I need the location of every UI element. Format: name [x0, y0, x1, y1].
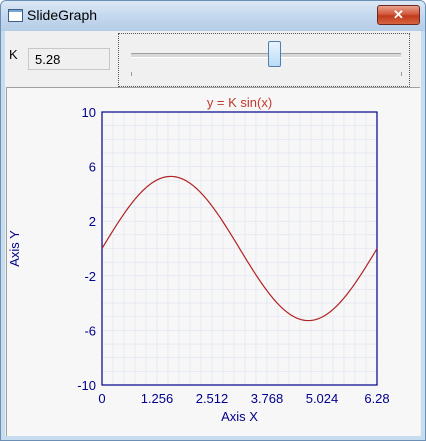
y-tick-label: 2 — [89, 214, 96, 229]
slider-tick-max — [401, 72, 402, 76]
k-label: K — [9, 47, 18, 62]
y-tick-label: -2 — [84, 269, 96, 284]
app-window: SlideGraph ✕ K 5.28 0 1.256 2.512 3.768 5.02… — [0, 0, 426, 441]
close-button[interactable]: ✕ — [377, 5, 420, 25]
x-axis-label: Axis X — [221, 409, 258, 424]
x-tick-label: 5.024 — [306, 391, 339, 406]
y-tick-label: -6 — [84, 323, 96, 338]
y-tick-label: 6 — [89, 160, 96, 175]
x-tick-label: 6.28 — [364, 391, 389, 406]
slider-thumb[interactable] — [267, 41, 281, 67]
window-title: SlideGraph — [27, 7, 98, 23]
slider-track[interactable] — [131, 53, 401, 58]
y-tick-label: -10 — [77, 378, 96, 393]
y-tick-label: 10 — [82, 105, 96, 120]
plot-panel: 0 1.256 2.512 3.768 5.024 6.28 10 6 2 -2 -6 -10 y … — [6, 87, 420, 436]
chart-title: y = K sin(x) — [207, 95, 272, 110]
x-tick-label: 0 — [98, 391, 105, 406]
x-tick-label: 1.256 — [141, 391, 174, 406]
x-tick-label: 3.768 — [251, 391, 284, 406]
title-bar[interactable]: SlideGraph ✕ — [1, 1, 425, 31]
k-slider[interactable] — [118, 33, 410, 87]
y-axis-label: Axis Y — [7, 230, 22, 267]
window-icon — [8, 9, 23, 22]
chart: 0 1.256 2.512 3.768 5.024 6.28 10 6 2 -2 -6 -10 y … — [7, 95, 390, 424]
k-value-field[interactable]: 5.28 — [28, 48, 110, 70]
client-area: K 5.28 0 1.256 2.512 3.768 5.024 6.28 10 6 2 -2 -… — [5, 31, 421, 436]
x-tick-label: 2.512 — [196, 391, 229, 406]
y-tick-labels: 10 6 2 -2 -6 -10 — [77, 105, 96, 393]
slider-tick-min — [131, 72, 132, 76]
x-tick-labels: 0 1.256 2.512 3.768 5.024 6.28 — [98, 391, 389, 406]
